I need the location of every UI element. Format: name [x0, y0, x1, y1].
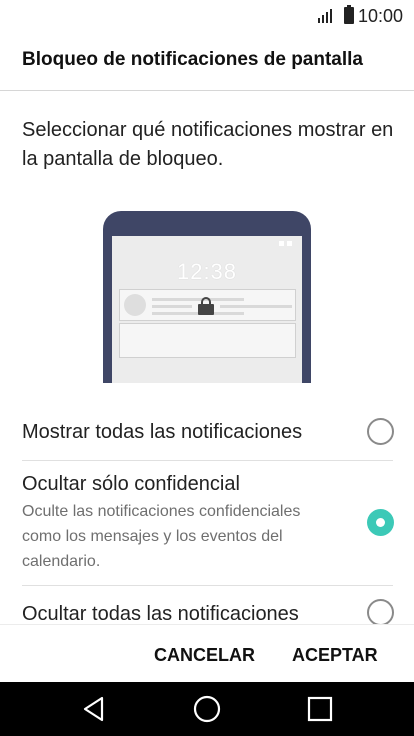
dialog-actions: CANCELAR ACEPTAR — [0, 624, 414, 682]
cancel-button[interactable]: CANCELAR — [154, 645, 255, 666]
recents-icon[interactable] — [290, 682, 350, 736]
page-title: Bloqueo de notificaciones de pantalla — [22, 49, 363, 70]
preview-avatar — [124, 294, 146, 316]
preview-status-icons — [279, 241, 292, 246]
option-label: Mostrar todas las notificaciones — [22, 421, 303, 443]
preview-clock: 12:38 — [176, 259, 238, 284]
battery-icon — [344, 5, 354, 24]
status-bar: 10:00 — [0, 0, 414, 34]
navigation-bar — [0, 682, 414, 736]
option-label: Ocultar sólo confidencial — [22, 473, 240, 495]
description-text: Seleccionar qué notificaciones mostrar e… — [22, 119, 394, 170]
radio-unchecked[interactable] — [367, 599, 394, 624]
radio-checked[interactable] — [367, 509, 394, 536]
preview-screen: 12:38 — [112, 236, 302, 383]
accept-button[interactable]: ACEPTAR — [292, 645, 378, 666]
option-hide-sensitive[interactable]: Ocultar sólo confidencial Oculte las not… — [0, 461, 414, 585]
signal-icon — [318, 8, 332, 23]
preview-notification-card — [119, 289, 296, 321]
option-show-all[interactable]: Mostrar todas las notificaciones — [0, 410, 414, 458]
status-time: 10:00 — [358, 6, 404, 26]
option-hide-all[interactable]: Ocultar todas las notificaciones — [0, 586, 414, 624]
lockscreen-preview-illustration: 12:38 — [103, 211, 311, 383]
header-divider — [0, 90, 414, 91]
radio-unchecked[interactable] — [367, 418, 394, 445]
home-icon[interactable] — [177, 682, 237, 736]
lock-icon — [198, 297, 214, 315]
option-label: Ocultar todas las notificaciones — [22, 603, 299, 624]
option-sublabel: Oculte las notificaciones confidenciales… — [22, 503, 301, 570]
preview-notification-card-empty — [119, 323, 296, 358]
back-icon[interactable] — [64, 682, 124, 736]
